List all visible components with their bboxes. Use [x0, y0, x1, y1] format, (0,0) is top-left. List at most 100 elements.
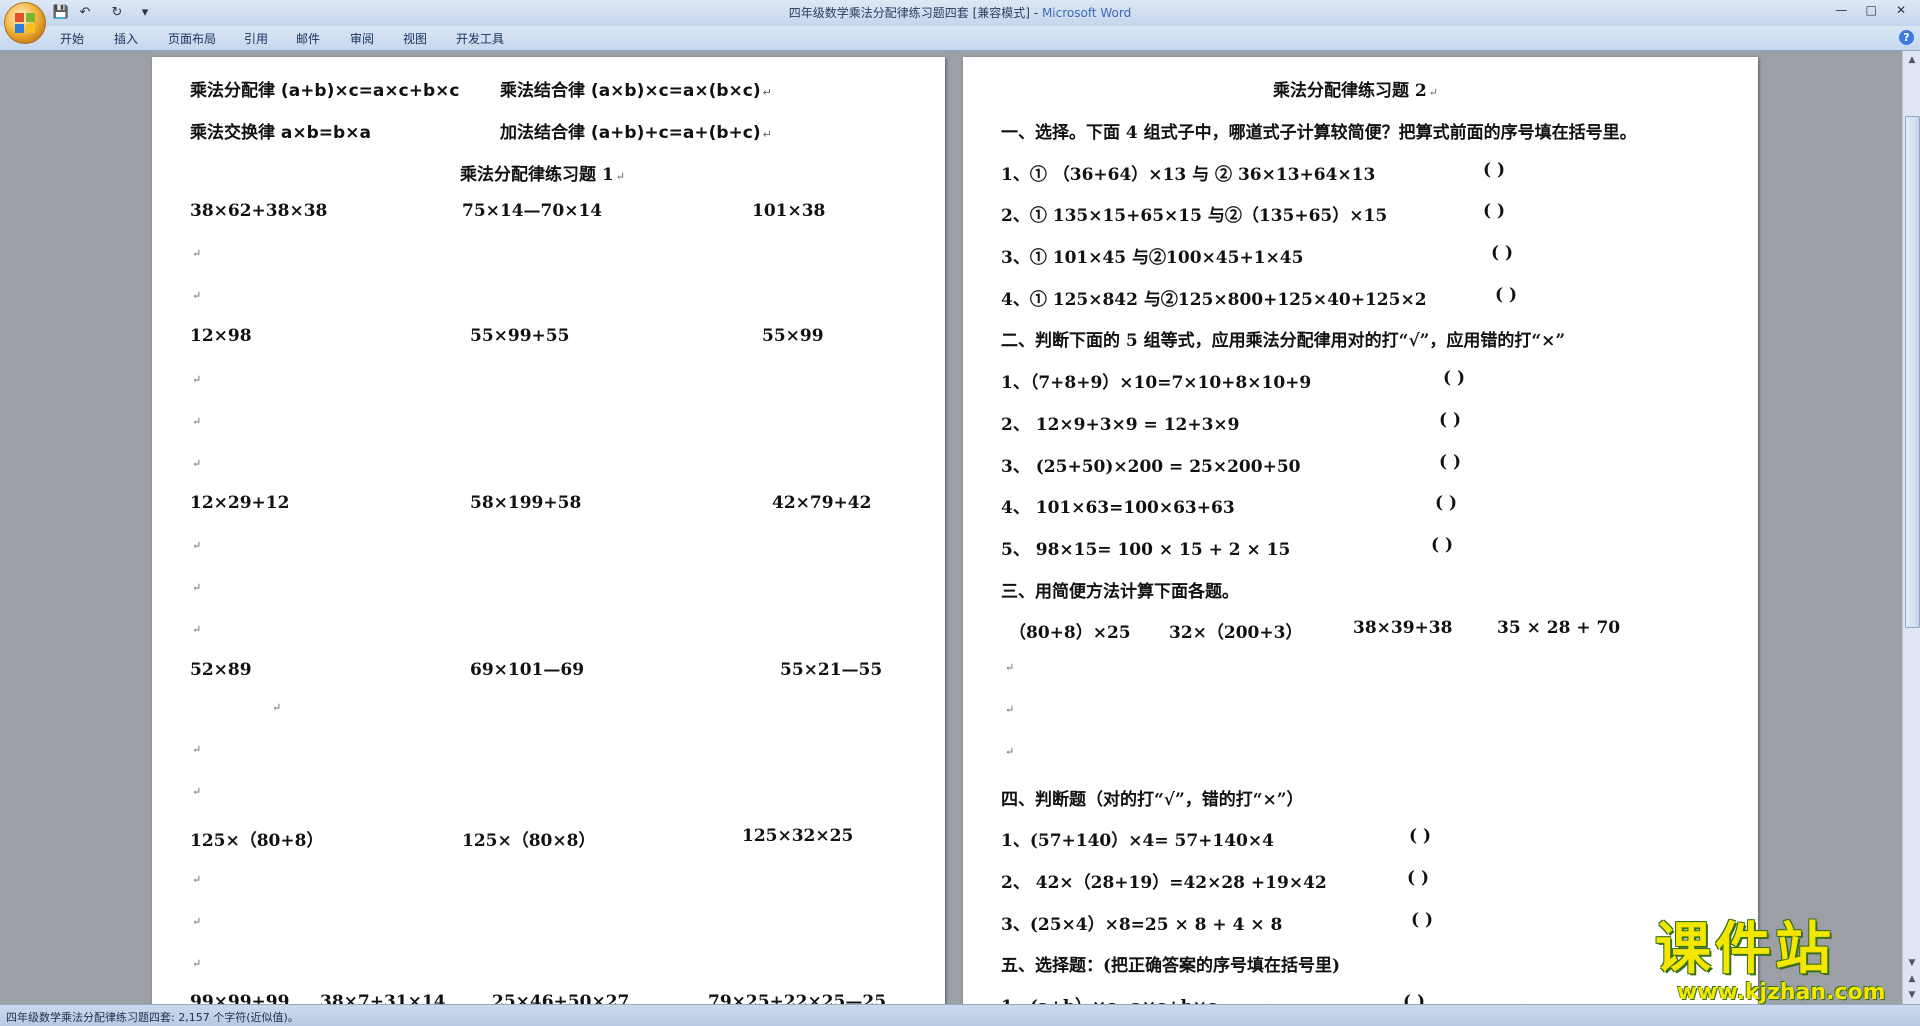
answer-bracket[interactable]: ( ) — [1439, 410, 1461, 430]
question-item: 2、 42×（28+19）=42×28 +19×42 — [1001, 873, 1327, 893]
problem: 79×25+22×25—25 — [708, 992, 887, 1004]
page-1[interactable]: 乘法分配律 (a+b)×c=a×c+b×c 乘法结合律 (a×b)×c=a×(b… — [152, 57, 945, 1004]
problem: 99×99+99 — [190, 992, 290, 1004]
section-heading: 二、判断下面的 5 组等式，应用乘法分配律用对的打“√”，应用错的打“×” — [1001, 331, 1566, 351]
problem: 25×46+50×27 — [492, 992, 630, 1004]
section-heading: 五、选择题：(把正确答案的序号填在括号里) — [1001, 956, 1341, 976]
previous-page-icon[interactable]: ▲ — [1905, 972, 1919, 986]
scrollbar-thumb[interactable] — [1905, 116, 1920, 628]
watermark-logo: 课件站 www.kjzhan.com — [1655, 917, 1905, 1006]
scroll-up-icon[interactable]: ▲ — [1905, 53, 1919, 67]
problem: 55×21—55 — [780, 660, 883, 680]
answer-bracket[interactable]: ( ) — [1483, 201, 1505, 221]
paragraph-mark: ↵ — [192, 373, 202, 386]
problem: 125×（80+8） — [190, 831, 324, 851]
rule-associative-addition-text: 加法结合律 (a+b)+c=a+(b+c) — [500, 123, 761, 143]
problem: 38×7+31×14 — [320, 992, 446, 1004]
paragraph-mark: ↵ — [192, 539, 202, 552]
rule-commutative: 乘法交换律 a×b=b×a — [190, 123, 371, 143]
page-2[interactable]: 乘法分配律练习题 2 ↵ 一、选择。下面 4 组式子中，哪道式子计算较简便？把算式… — [963, 57, 1758, 1004]
answer-bracket[interactable]: ( ) — [1443, 368, 1465, 388]
tab-references[interactable]: 引用 — [244, 30, 268, 47]
problem: 69×101—69 — [470, 660, 585, 680]
paragraph-mark: ↵ — [192, 415, 202, 428]
window-title: 四年级数学乘法分配律练习题四套 [兼容模式] - Microsoft Word — [0, 4, 1920, 21]
tab-insert[interactable]: 插入 — [114, 30, 138, 47]
calc-problem: 38×39+38 — [1353, 618, 1453, 638]
paragraph-mark: ↵ — [192, 247, 202, 260]
problem: 38×62+38×38 — [190, 201, 328, 221]
problem: 75×14—70×14 — [462, 201, 603, 221]
application-name: Microsoft Word — [1041, 6, 1132, 20]
document-area[interactable]: 乘法分配律 (a+b)×c=a×c+b×c 乘法结合律 (a×b)×c=a×(b… — [0, 51, 1902, 1004]
window-controls: — □ ✕ — [1828, 3, 1914, 17]
question-item: 1、(57+140）×4= 57+140×4 — [1001, 831, 1274, 851]
problem: 101×38 — [752, 201, 826, 221]
paragraph-mark: ↵ — [192, 915, 202, 928]
document-title: 四年级数学乘法分配律练习题四套 [兼容模式] — [788, 6, 1030, 20]
rule-associative-multiplication: 乘法结合律 (a×b)×c=a×(b×c) ↵ — [500, 76, 772, 101]
paragraph-mark: ↵ — [192, 743, 202, 756]
tab-page-layout[interactable]: 页面布局 — [168, 30, 216, 47]
question-item: 1、（7+8+9）×10=7×10+8×10+9 — [1001, 373, 1312, 393]
problem: 58×199+58 — [470, 493, 582, 513]
paragraph-mark: ↵ — [272, 701, 282, 714]
answer-bracket[interactable]: ( ) — [1439, 452, 1461, 472]
tab-home[interactable]: 开始 — [60, 30, 84, 47]
minimize-button[interactable]: — — [1828, 3, 1854, 17]
section-heading: 四、判断题（对的打“√”，错的打“×”） — [1001, 790, 1304, 810]
question-item: 2、① 135×15+65×15 与②（135+65）×15 — [1001, 206, 1388, 226]
rule-associative-addition: 加法结合律 (a+b)+c=a+(b+c) ↵ — [500, 118, 772, 143]
paragraph-mark: ↵ — [192, 289, 202, 302]
vertical-scrollbar[interactable]: ▲ ▼ ▲ ▼ — [1902, 51, 1920, 1004]
problem: 125×32×25 — [742, 826, 854, 846]
question-item: 5、 98×15= 100 × 15 + 2 × 15 — [1001, 540, 1291, 560]
exercise-2-title-text: 乘法分配律练习题 2 — [1273, 81, 1427, 101]
answer-bracket[interactable]: ( ) — [1495, 285, 1517, 305]
calc-problem: 32×（200+3） — [1169, 623, 1303, 643]
tab-review[interactable]: 审阅 — [350, 30, 374, 47]
problem: 12×98 — [190, 326, 252, 346]
answer-bracket[interactable]: ( ) — [1411, 910, 1433, 930]
problem: 125×（80×8） — [462, 831, 596, 851]
question-item: 3、① 101×45 与②100×45+1×45 — [1001, 248, 1304, 268]
help-icon[interactable]: ? — [1899, 30, 1914, 45]
problem: 55×99+55 — [470, 326, 570, 346]
scroll-down-icon[interactable]: ▼ — [1905, 956, 1919, 970]
paragraph-mark: ↵ — [192, 457, 202, 470]
tab-developer[interactable]: 开发工具 — [456, 30, 504, 47]
answer-bracket[interactable]: ( ) — [1409, 826, 1431, 846]
answer-bracket[interactable]: ( ) — [1483, 160, 1505, 180]
problem: 55×99 — [762, 326, 824, 346]
office-logo-icon — [15, 13, 35, 33]
watermark-title: 课件站 — [1655, 917, 1835, 982]
close-button[interactable]: ✕ — [1888, 3, 1914, 17]
tab-mailings[interactable]: 邮件 — [296, 30, 320, 47]
tab-view[interactable]: 视图 — [403, 30, 427, 47]
answer-bracket[interactable]: ( ) — [1431, 535, 1453, 555]
paragraph-mark: ↵ — [1005, 703, 1015, 716]
question-item: 3、 (25+50)×200 = 25×200+50 — [1001, 457, 1301, 477]
calc-problem: （80+8）×25 — [1009, 623, 1131, 643]
answer-bracket[interactable]: ( ) — [1403, 992, 1425, 1004]
question-item: 2、 12×9+3×9 = 12+3×9 — [1001, 415, 1240, 435]
paragraph-mark: ↵ — [192, 785, 202, 798]
question-item: 1、① （36+64）×13 与 ② 36×13+64×13 — [1001, 165, 1376, 185]
paragraph-mark: ↵ — [762, 86, 772, 99]
problem: 42×79+42 — [772, 493, 872, 513]
paragraph-mark: ↵ — [1005, 661, 1015, 674]
paragraph-mark: ↵ — [762, 128, 772, 141]
next-page-icon[interactable]: ▼ — [1905, 988, 1919, 1002]
status-text: 四年级数学乘法分配律练习题四套: 2,157 个字符(近似值)。 — [6, 1011, 299, 1024]
section-heading: 一、选择。下面 4 组式子中，哪道式子计算较简便？把算式前面的序号填在括号里。 — [1001, 123, 1637, 143]
rule-distributive: 乘法分配律 (a+b)×c=a×c+b×c — [190, 81, 460, 101]
paragraph-mark: ↵ — [192, 623, 202, 636]
answer-bracket[interactable]: ( ) — [1407, 868, 1429, 888]
paragraph-mark: ↵ — [192, 873, 202, 886]
paragraph-mark: ↵ — [1428, 86, 1438, 99]
answer-bracket[interactable]: ( ) — [1491, 243, 1513, 263]
question-item: 4、 101×63=100×63+63 — [1001, 498, 1235, 518]
maximize-button[interactable]: □ — [1858, 3, 1884, 17]
answer-bracket[interactable]: ( ) — [1435, 493, 1457, 513]
office-button[interactable] — [4, 2, 46, 44]
